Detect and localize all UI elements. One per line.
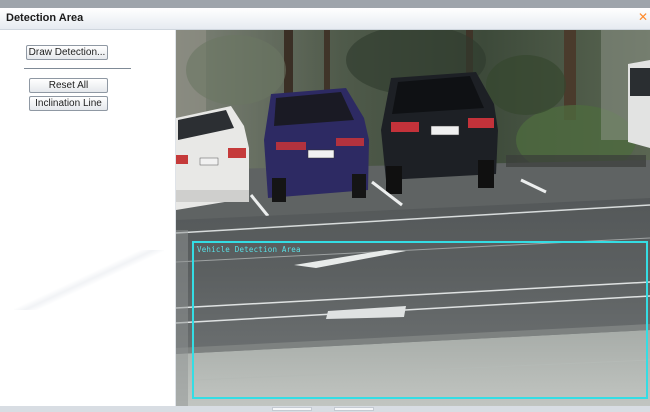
window-top-strip <box>0 0 650 8</box>
dialog-title-bar: Detection Area ✕ <box>0 8 650 30</box>
close-icon[interactable]: ✕ <box>638 11 648 23</box>
street-scene <box>176 30 650 406</box>
panel-watermark <box>14 250 164 310</box>
camera-video-view[interactable] <box>176 30 650 406</box>
detection-area-label: Vehicle Detection Area <box>197 245 301 254</box>
tool-panel: Draw Detection... Reset All Inclination … <box>0 30 176 406</box>
panel-divider <box>24 68 131 69</box>
car-white <box>176 106 249 210</box>
reset-all-button[interactable]: Reset All <box>29 78 108 93</box>
bottom-bar <box>0 406 650 412</box>
car-purple <box>264 88 369 202</box>
inclination-line-button[interactable]: Inclination Line <box>29 96 108 111</box>
bottom-nub-right <box>334 407 374 411</box>
dialog-title: Detection Area <box>6 12 84 24</box>
car-dark <box>381 72 498 194</box>
bottom-nub-left <box>272 407 312 411</box>
draw-detection-button[interactable]: Draw Detection... <box>26 45 108 60</box>
